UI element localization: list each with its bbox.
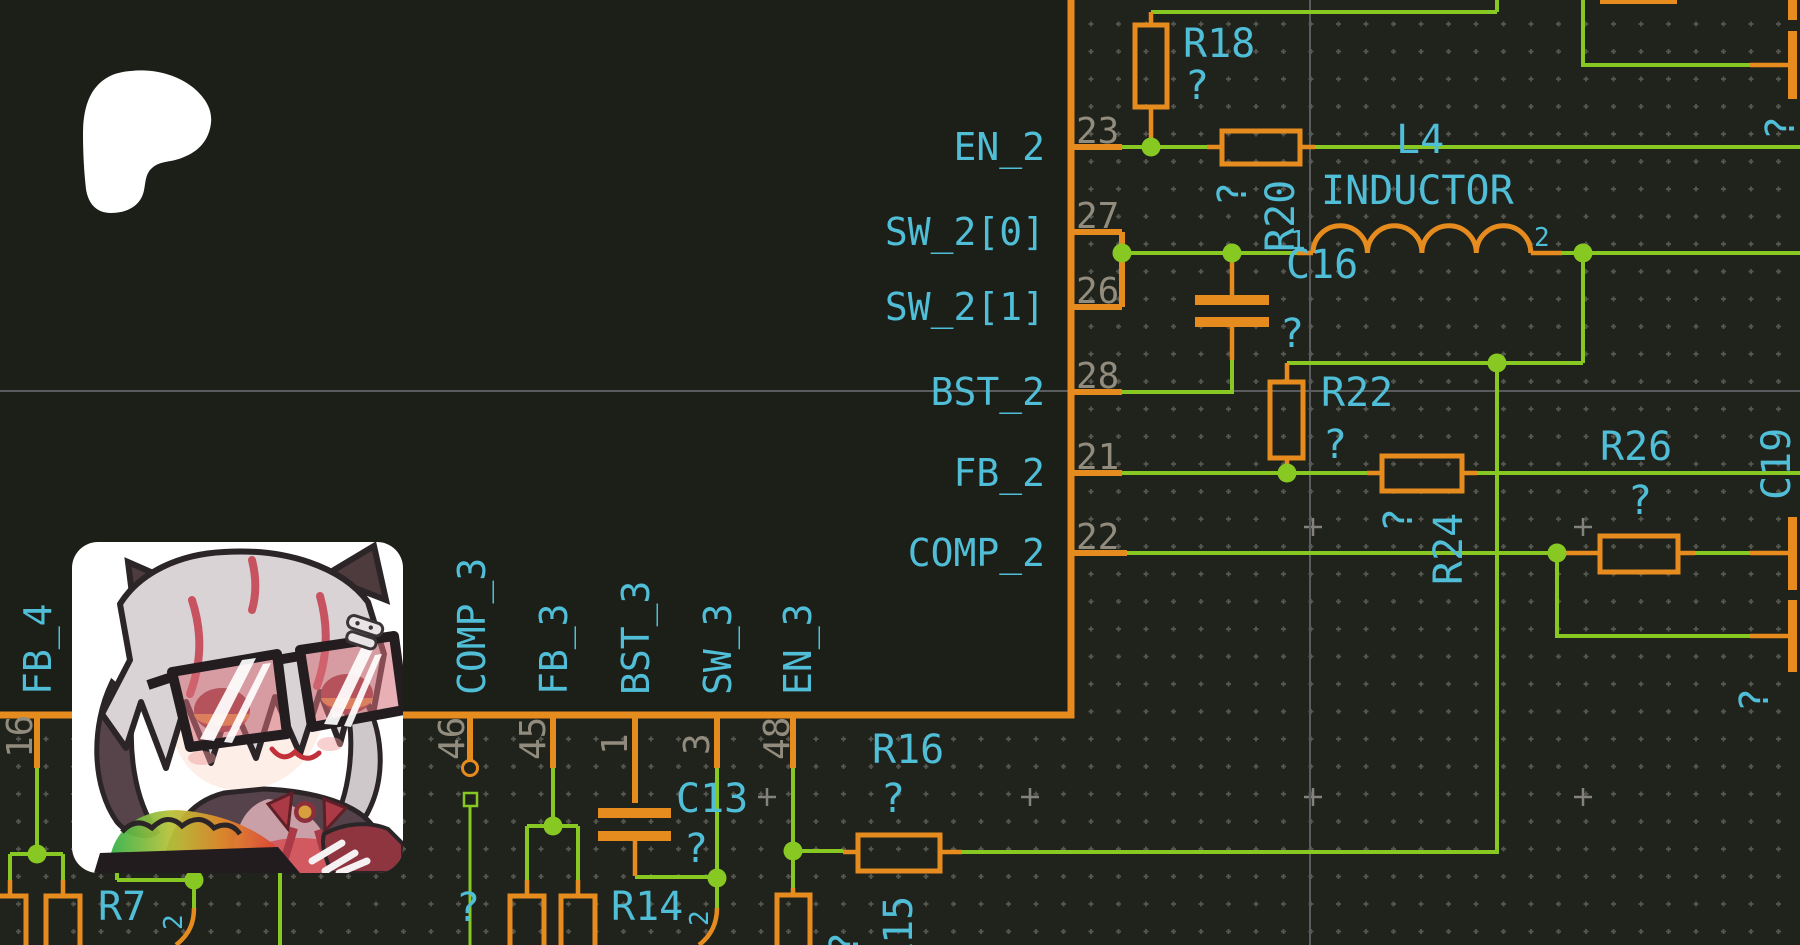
val-C13: ?: [684, 826, 708, 872]
val-R18: ?: [1185, 63, 1209, 109]
ref-C13: C13: [676, 776, 748, 822]
pin-label-COMP_2: COMP_2: [908, 531, 1045, 576]
val-comp3-net: ?: [456, 885, 480, 931]
ref-R15: R15: [876, 896, 922, 945]
pin-label-FB_3: FB_3: [532, 603, 577, 695]
val-R16: ?: [881, 776, 905, 822]
pin-number-21: 21: [1076, 437, 1119, 478]
pin-number-26: 26: [1076, 271, 1119, 312]
ref-R26: R26: [1600, 424, 1672, 470]
pin-number-23: 23: [1076, 111, 1119, 152]
val-C19: ?: [1732, 688, 1778, 712]
ref-R16: R16: [872, 727, 944, 773]
ref-R24: R24: [1426, 513, 1472, 585]
val-C16: ?: [1280, 311, 1304, 357]
pin-number-45: 45: [513, 717, 554, 760]
ref-C19: C19: [1754, 428, 1800, 500]
ref-R18: R18: [1183, 21, 1255, 67]
pin-label-FB_2: FB_2: [953, 451, 1045, 496]
pin-number-1: 1: [595, 733, 636, 755]
schematic-canvas[interactable]: EN_2 SW_2[0] SW_2[1] BST_2 FB_2 COMP_2 F…: [0, 0, 1800, 945]
pin-label-BST_3: BST_3: [614, 581, 659, 695]
R14-pin2: 2: [685, 910, 715, 926]
ref-R22: R22: [1321, 370, 1393, 416]
pin-number-3: 3: [677, 733, 718, 755]
pin-label-SW_2-0: SW_2[0]: [885, 210, 1045, 255]
ref-R14: R14: [611, 884, 683, 930]
pin-label-FB_4: FB_4: [16, 603, 61, 695]
val-top-right-cap: ?: [1758, 116, 1800, 140]
val-R26: ?: [1628, 478, 1652, 524]
pin-number-22: 22: [1076, 517, 1119, 558]
pin-number-16: 16: [0, 715, 41, 758]
val-L4: INDUCTOR: [1321, 168, 1515, 214]
capacitor-bottom-right: [1788, 600, 1797, 672]
val-R22: ?: [1323, 422, 1347, 468]
pin-label-EN_2: EN_2: [953, 125, 1045, 170]
val-R24: ?: [1376, 508, 1422, 532]
pin-number-27: 27: [1076, 196, 1119, 237]
ref-C16: C16: [1286, 242, 1358, 288]
schematic-drawing: EN_2 SW_2[0] SW_2[1] BST_2 FB_2 COMP_2 F…: [0, 0, 1800, 945]
pin-label-SW_2-1: SW_2[1]: [885, 285, 1045, 330]
ref-L4: L4: [1396, 117, 1444, 163]
pin-label-EN_3: EN_3: [776, 603, 821, 695]
pin-number-46: 46: [432, 717, 473, 760]
pin-label-COMP_3: COMP_3: [450, 558, 495, 695]
val-R15: ?: [822, 932, 868, 945]
pin-label-SW_3: SW_3: [696, 603, 741, 695]
capacitor-C19: [1788, 517, 1797, 590]
pin-number-28: 28: [1076, 356, 1119, 397]
L4-pin2: 2: [1534, 223, 1550, 253]
ref-R7: R7: [98, 884, 146, 930]
val-R20: ?: [1210, 182, 1256, 206]
R7-pin2: 2: [159, 914, 189, 930]
pin-label-BST_2: BST_2: [931, 370, 1045, 415]
pin-number-48: 48: [757, 717, 798, 760]
catgirl-avatar[interactable]: [72, 542, 404, 890]
